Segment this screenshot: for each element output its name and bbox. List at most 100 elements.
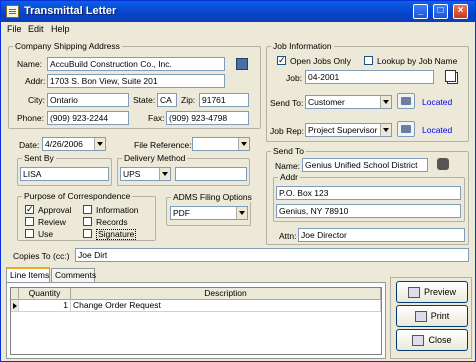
printer-icon — [414, 311, 427, 323]
company-city-label: City: — [28, 95, 45, 105]
delivery-method-group: Delivery Method UPS — [117, 153, 250, 186]
open-jobs-checkbox[interactable]: ✓ — [277, 56, 286, 65]
adms-filing-group: ADMS Filing Options PDF — [166, 192, 254, 226]
menu-file[interactable]: File — [7, 24, 22, 34]
job-label: Job: — [286, 73, 303, 83]
company-fax-field[interactable]: (909) 923-4798 — [166, 111, 249, 125]
copy-icon[interactable] — [445, 70, 456, 82]
tab-line-items[interactable]: Line Items — [6, 267, 50, 282]
send-to-value: Customer — [308, 97, 345, 107]
phone-icon[interactable] — [437, 158, 449, 170]
sent-by-field[interactable]: LISA — [20, 167, 109, 181]
job-information-group: Job Information ✓ Open Jobs Only Lookup … — [266, 41, 469, 142]
delivery-method-label: Delivery Method — [122, 153, 188, 163]
use-checkbox[interactable] — [25, 229, 34, 238]
lookup-by-name-label: Lookup by Job Name — [377, 56, 458, 66]
job-rep-dropdown[interactable]: Project Supervisor — [305, 123, 392, 137]
company-zip-field[interactable]: 91761 — [199, 93, 249, 107]
delivery-extra-field[interactable] — [175, 167, 247, 181]
contact-card-icon[interactable] — [397, 93, 415, 109]
window-title: Transmittal Letter — [24, 5, 117, 17]
delivery-method-dropdown[interactable]: UPS — [120, 167, 171, 181]
menu-help[interactable]: Help — [51, 24, 70, 34]
adms-filing-label: ADMS Filing Options — [171, 192, 254, 202]
description-header[interactable]: Description — [71, 288, 381, 300]
use-label: Use — [38, 229, 54, 239]
company-state-field[interactable]: CA — [157, 93, 177, 107]
records-checkbox[interactable] — [83, 217, 92, 226]
approval-checkbox[interactable]: ✓ — [25, 205, 34, 214]
company-addr-label: Addr: — [25, 76, 46, 86]
row-selector[interactable] — [11, 300, 19, 312]
delivery-method-value: UPS — [123, 169, 141, 179]
sent-by-label: Sent By — [22, 153, 56, 163]
copies-to-label: Copies To (cc:) — [13, 251, 70, 261]
send-to-group: Send To Name: Genius Unified School Dist… — [266, 146, 469, 245]
recipient-addr-line1[interactable]: P.O. Box 123 — [276, 186, 461, 200]
recipient-addr-line2[interactable]: Genius, NY 78910 — [276, 204, 461, 218]
signature-checkbox[interactable] — [83, 229, 92, 238]
preview-button[interactable]: Preview — [396, 281, 468, 303]
purpose-group: Purpose of Correspondence ✓ Approval Rev… — [17, 191, 156, 241]
send-to-located-link[interactable]: Located — [422, 97, 452, 107]
menu-edit[interactable]: Edit — [28, 24, 44, 34]
print-button[interactable]: Print — [396, 305, 468, 327]
description-cell[interactable]: Change Order Request — [71, 300, 381, 312]
information-checkbox[interactable] — [83, 205, 92, 214]
date-value: 4/26/2006 — [45, 139, 83, 149]
close-label: Close — [428, 335, 452, 345]
recipient-name-label: Name: — [275, 161, 301, 171]
close-window-button[interactable]: × — [453, 4, 468, 19]
attn-field[interactable]: Joe Director — [298, 228, 465, 242]
date-picker[interactable]: 4/26/2006 — [42, 137, 106, 151]
quantity-header[interactable]: Quantity — [19, 288, 71, 300]
adms-filing-value: PDF — [173, 208, 190, 218]
send-to-dropdown[interactable]: Customer — [305, 95, 392, 109]
records-label: Records — [96, 217, 128, 227]
review-checkbox[interactable] — [25, 217, 34, 226]
recipient-addr-group: Addr P.O. Box 123 Genius, NY 78910 — [273, 172, 465, 222]
transmittal-window: Transmittal Letter _ □ × File Edit Help … — [0, 0, 476, 362]
line-items-grid: Quantity Description 1 Change Order Requ… — [10, 287, 382, 355]
line-items-panel: Quantity Description 1 Change Order Requ… — [6, 282, 386, 359]
chevron-down-icon — [380, 96, 391, 108]
file-reference-label: File Reference: — [134, 140, 192, 150]
preview-icon — [407, 287, 420, 299]
minimize-button[interactable]: _ — [413, 4, 428, 19]
company-state-label: State: — [133, 95, 156, 105]
job-field[interactable]: 04-2001 — [305, 70, 434, 84]
company-phone-label: Phone: — [17, 113, 44, 123]
menu-bar: File Edit Help — [1, 22, 475, 36]
chevron-down-icon — [238, 138, 249, 150]
adms-filing-dropdown[interactable]: PDF — [170, 206, 248, 220]
copies-to-field[interactable]: Joe Dirt — [75, 248, 469, 262]
file-reference-dropdown[interactable] — [192, 137, 250, 151]
quantity-cell[interactable]: 1 — [19, 300, 71, 312]
company-city-field[interactable]: Ontario — [47, 93, 129, 107]
company-addr-field[interactable]: 1703 S. Bon View, Suite 201 — [47, 74, 225, 88]
company-name-label: Name: — [17, 59, 43, 69]
preview-label: Preview — [423, 287, 456, 297]
sent-by-group: Sent By LISA — [17, 153, 112, 186]
company-phone-field[interactable]: (909) 923-2244 — [47, 111, 129, 125]
contact-card-icon[interactable] — [397, 121, 415, 137]
chevron-down-icon — [380, 124, 391, 136]
information-label: Information — [96, 205, 139, 215]
review-label: Review — [38, 217, 66, 227]
company-name-field[interactable]: AccuBuild Construction Co., Inc. — [47, 57, 225, 71]
app-icon — [6, 5, 19, 18]
job-rep-located-link[interactable]: Located — [422, 125, 452, 135]
tab-comments[interactable]: Comments — [51, 268, 96, 282]
title-bar: Transmittal Letter _ □ × — [1, 1, 475, 22]
company-zip-label: Zip: — [181, 95, 196, 105]
print-label: Print — [430, 311, 450, 321]
lookup-by-name-checkbox[interactable] — [364, 56, 373, 65]
send-to-group-label: Send To — [271, 146, 307, 156]
recipient-name-field[interactable]: Genius Unified School District — [302, 158, 428, 172]
close-button[interactable]: Close — [396, 329, 468, 351]
recipient-addr-label: Addr — [278, 172, 300, 182]
purpose-group-label: Purpose of Correspondence — [22, 191, 133, 201]
open-jobs-label: Open Jobs Only — [290, 56, 351, 66]
address-book-icon[interactable] — [236, 58, 248, 70]
maximize-button[interactable]: □ — [433, 4, 448, 19]
